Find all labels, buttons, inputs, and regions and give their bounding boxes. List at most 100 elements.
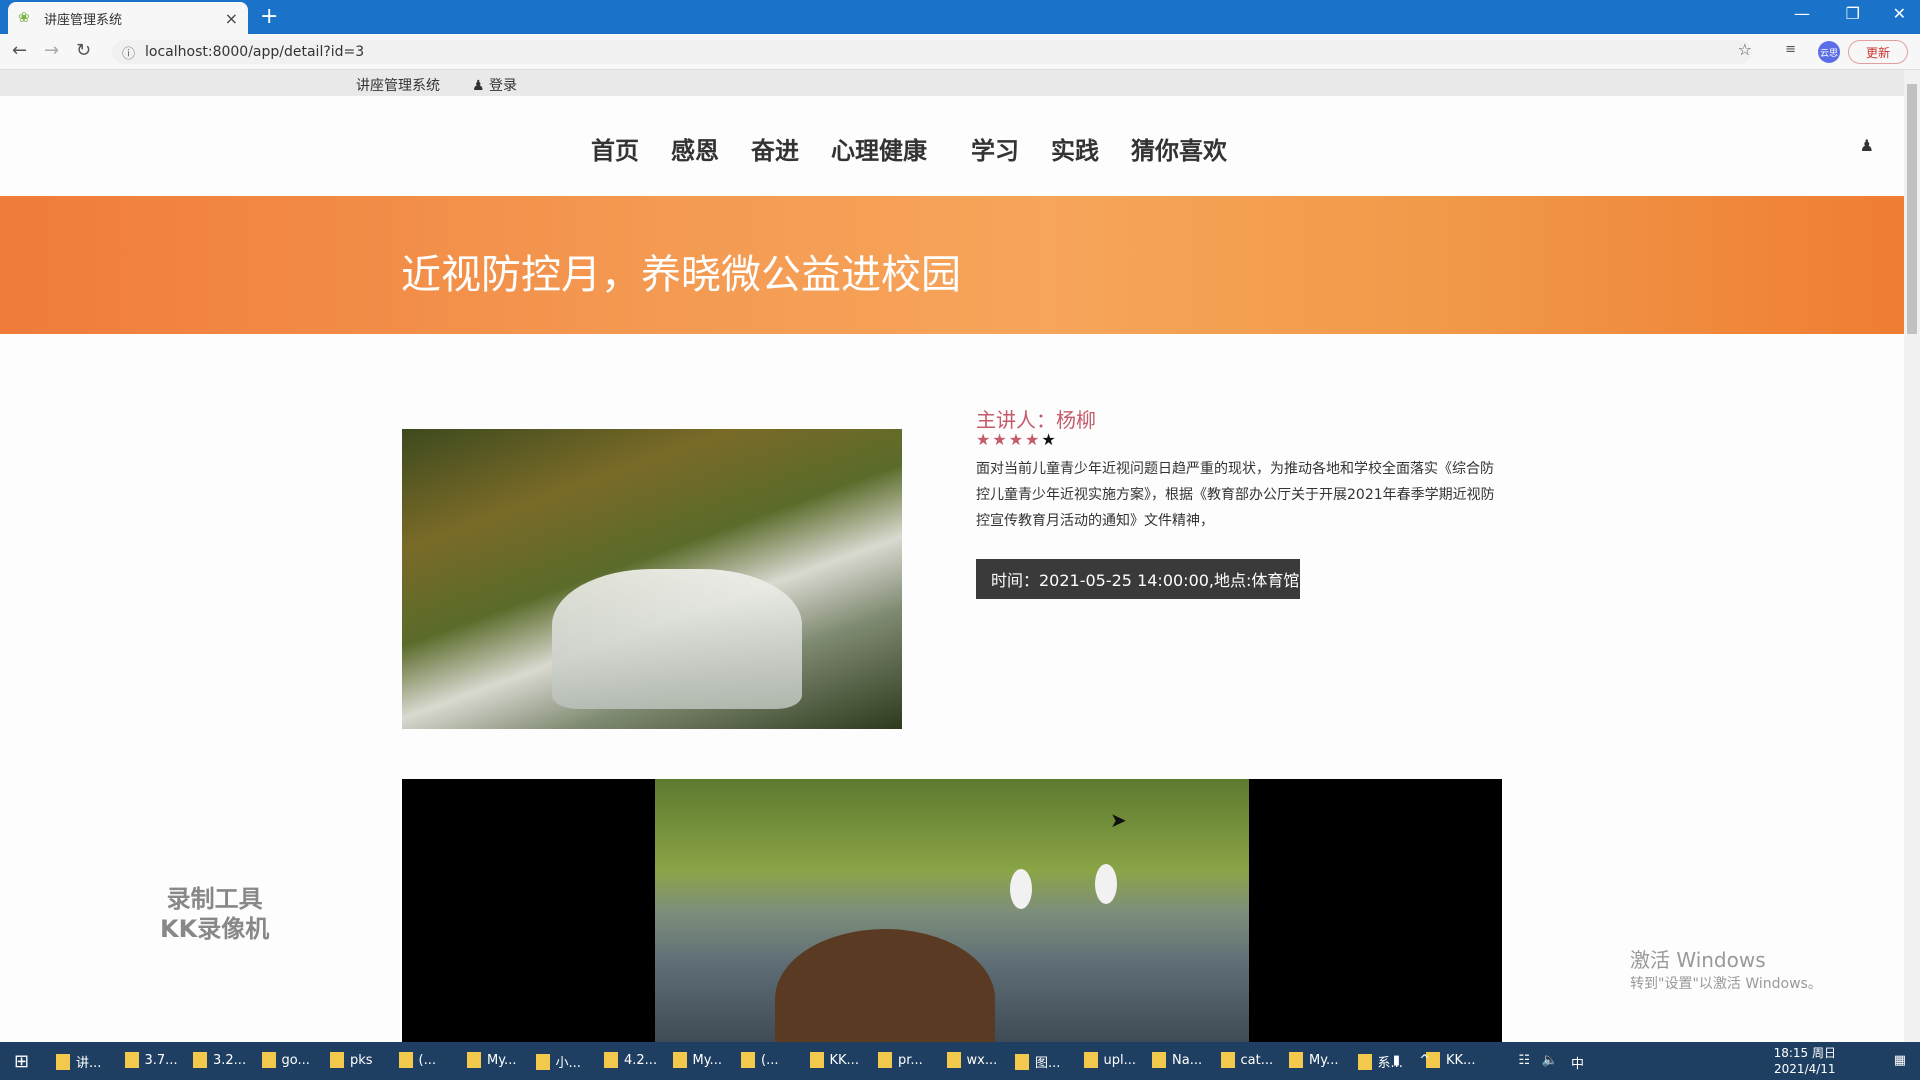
url-input[interactable]: ⓘ localhost:8000/app/detail?id=3 — [112, 40, 1752, 64]
app-icon — [398, 1052, 413, 1068]
nav-item-striving[interactable]: 奋进 — [751, 131, 799, 166]
taskbar-app-label: (... — [761, 1052, 779, 1068]
taskbar-app-label: 图... — [1035, 1056, 1061, 1071]
taskbar-app-label: 小... — [555, 1056, 581, 1071]
update-button[interactable]: 更新 — [1848, 40, 1908, 64]
lecture-video-player[interactable] — [402, 779, 1502, 1042]
forward-icon[interactable]: → — [44, 40, 59, 61]
star-filled-icon: ★ — [1008, 430, 1026, 449]
app-icon — [946, 1052, 961, 1068]
reading-list-icon[interactable]: ≡ — [1785, 42, 1796, 57]
battery-icon[interactable]: ▮ — [1393, 1053, 1400, 1068]
windows-start-icon[interactable]: ⊞ — [14, 1051, 29, 1072]
windows-taskbar: ⊞ 讲... 3.7... 3.2... go... pks (... My... 小... 4… — [0, 1042, 1920, 1080]
nav-item-gratitude[interactable]: 感恩 — [671, 131, 719, 166]
taskbar-app-item[interactable]: 3.7... — [124, 1052, 178, 1068]
taskbar-app-item[interactable]: (... — [741, 1052, 778, 1068]
tab-close-icon[interactable]: × — [225, 9, 238, 28]
taskbar-app-label: 讲... — [76, 1056, 102, 1071]
taskbar-app-item[interactable]: My... — [672, 1052, 722, 1068]
app-icon — [1083, 1052, 1098, 1068]
login-label: 登录 — [489, 78, 518, 94]
taskbar-app-item[interactable]: Na... — [1152, 1052, 1202, 1068]
taskbar-app-item[interactable]: KK... — [809, 1052, 859, 1068]
taskbar-app-item[interactable]: 图... — [1015, 1052, 1060, 1071]
rating-stars: ★★★★★ — [976, 430, 1058, 449]
close-window-icon[interactable]: ✕ — [1893, 4, 1906, 23]
taskbar-app-item[interactable]: cat... — [1220, 1052, 1274, 1068]
taskbar-app-item[interactable]: upl... — [1083, 1052, 1136, 1068]
taskbar-app-item[interactable]: 小... — [535, 1052, 581, 1071]
nav-item-mental-health[interactable]: 心理健康 — [831, 131, 927, 166]
nav-item-practice[interactable]: 实践 — [1051, 131, 1099, 166]
new-tab-button[interactable]: + — [260, 4, 278, 29]
app-icon — [809, 1052, 824, 1068]
gull-shape — [1095, 864, 1117, 904]
star-icon[interactable]: ☆ — [1738, 40, 1752, 59]
taskbar-app-item[interactable]: pks — [330, 1052, 373, 1068]
network-icon[interactable]: ☷ — [1518, 1053, 1530, 1068]
taskbar-app-item[interactable]: pr... — [878, 1052, 923, 1068]
reload-icon[interactable]: ↻ — [76, 40, 91, 61]
browser-tab[interactable]: ❀ 讲座管理系统 × — [8, 2, 248, 34]
taskbar-app-label: 3.2... — [213, 1052, 247, 1068]
app-icon — [1220, 1052, 1235, 1068]
app-icon — [467, 1052, 481, 1068]
time-location-badge: 时间：2021-05-25 14:00:00,地点:体育馆 — [976, 559, 1300, 599]
taskbar-app-item[interactable]: KK... — [1426, 1052, 1475, 1068]
taskbar-app-item[interactable]: My... — [1289, 1052, 1338, 1068]
tray-chevron-icon[interactable]: ^ — [1419, 1053, 1430, 1068]
taskbar-app-item[interactable]: 讲... — [56, 1052, 101, 1071]
app-icon — [741, 1052, 755, 1068]
taskbar-app-label: go... — [281, 1052, 310, 1068]
minimize-icon[interactable]: — — [1794, 4, 1810, 23]
activate-subtitle: 转到"设置"以激活 Windows。 — [1630, 976, 1822, 992]
taskbar-app-label: My... — [487, 1052, 517, 1068]
notification-icon[interactable]: ▦ — [1894, 1053, 1906, 1068]
scrollbar-thumb[interactable] — [1907, 84, 1917, 334]
taskbar-clock[interactable]: 18:15 周日 2021/4/11 — [1774, 1045, 1836, 1077]
taskbar-app-label: 3.7... — [144, 1052, 178, 1068]
restore-icon[interactable]: ❐ — [1846, 4, 1860, 23]
site-topbar: 讲座管理系统 ♟ 登录 — [0, 70, 1904, 96]
taskbar-app-item[interactable]: (... — [398, 1052, 436, 1068]
taskbar-app-item[interactable]: go... — [261, 1052, 310, 1068]
app-icon — [124, 1052, 139, 1068]
taskbar-app-label: My... — [692, 1052, 722, 1068]
speaker-name: 主讲人：杨柳 — [976, 408, 1096, 432]
mouse-cursor-icon: ➤ — [1110, 808, 1127, 832]
app-icon — [261, 1052, 276, 1068]
volume-icon[interactable]: 🔈 — [1542, 1053, 1558, 1068]
login-link[interactable]: ♟ 登录 — [472, 75, 517, 95]
profile-avatar[interactable]: 云思 — [1818, 41, 1840, 63]
taskbar-app-label: (... — [418, 1052, 436, 1068]
account-icon[interactable]: ♟ — [1860, 136, 1874, 155]
taskbar-app-item[interactable]: wx... — [946, 1052, 997, 1068]
site-name-link[interactable]: 讲座管理系统 — [356, 75, 440, 95]
watermark-line2: KK录像机 — [160, 915, 270, 943]
address-bar: ← → ↻ ⓘ localhost:8000/app/detail?id=3 ☆… — [0, 34, 1920, 70]
nav-item-study[interactable]: 学习 — [971, 131, 1019, 166]
info-icon[interactable]: ⓘ — [122, 43, 135, 62]
nav-item-recommend[interactable]: 猜你喜欢 — [1131, 131, 1227, 166]
back-icon[interactable]: ← — [12, 40, 27, 61]
star-filled-icon: ★ — [992, 430, 1009, 449]
activate-windows-notice: 激活 Windows 转到"设置"以激活 Windows。 — [1630, 944, 1822, 993]
main-nav: 首页 感恩 奋进 心理健康 学习 实践 猜你喜欢 ♟ — [0, 96, 1904, 196]
taskbar-app-item[interactable]: 3.2... — [193, 1052, 246, 1068]
clock-time: 18:15 周日 — [1773, 1046, 1836, 1060]
page-scrollbar[interactable] — [1904, 70, 1920, 1042]
bear-shape — [775, 929, 995, 1042]
app-icon — [193, 1052, 207, 1068]
taskbar-app-item[interactable]: 4.2... — [604, 1052, 657, 1068]
app-icon — [672, 1052, 687, 1068]
taskbar-app-label: cat... — [1240, 1052, 1274, 1068]
user-icon: ♟ — [472, 78, 485, 94]
taskbar-app-label: KK... — [829, 1052, 859, 1068]
leaf-favicon-icon: ❀ — [18, 10, 30, 26]
taskbar-app-item[interactable]: My... — [467, 1052, 516, 1068]
ime-indicator[interactable]: 中 — [1571, 1053, 1584, 1072]
nav-item-home[interactable]: 首页 — [591, 131, 639, 166]
tab-title: 讲座管理系统 — [44, 12, 123, 28]
activate-title: 激活 Windows — [1630, 948, 1766, 972]
